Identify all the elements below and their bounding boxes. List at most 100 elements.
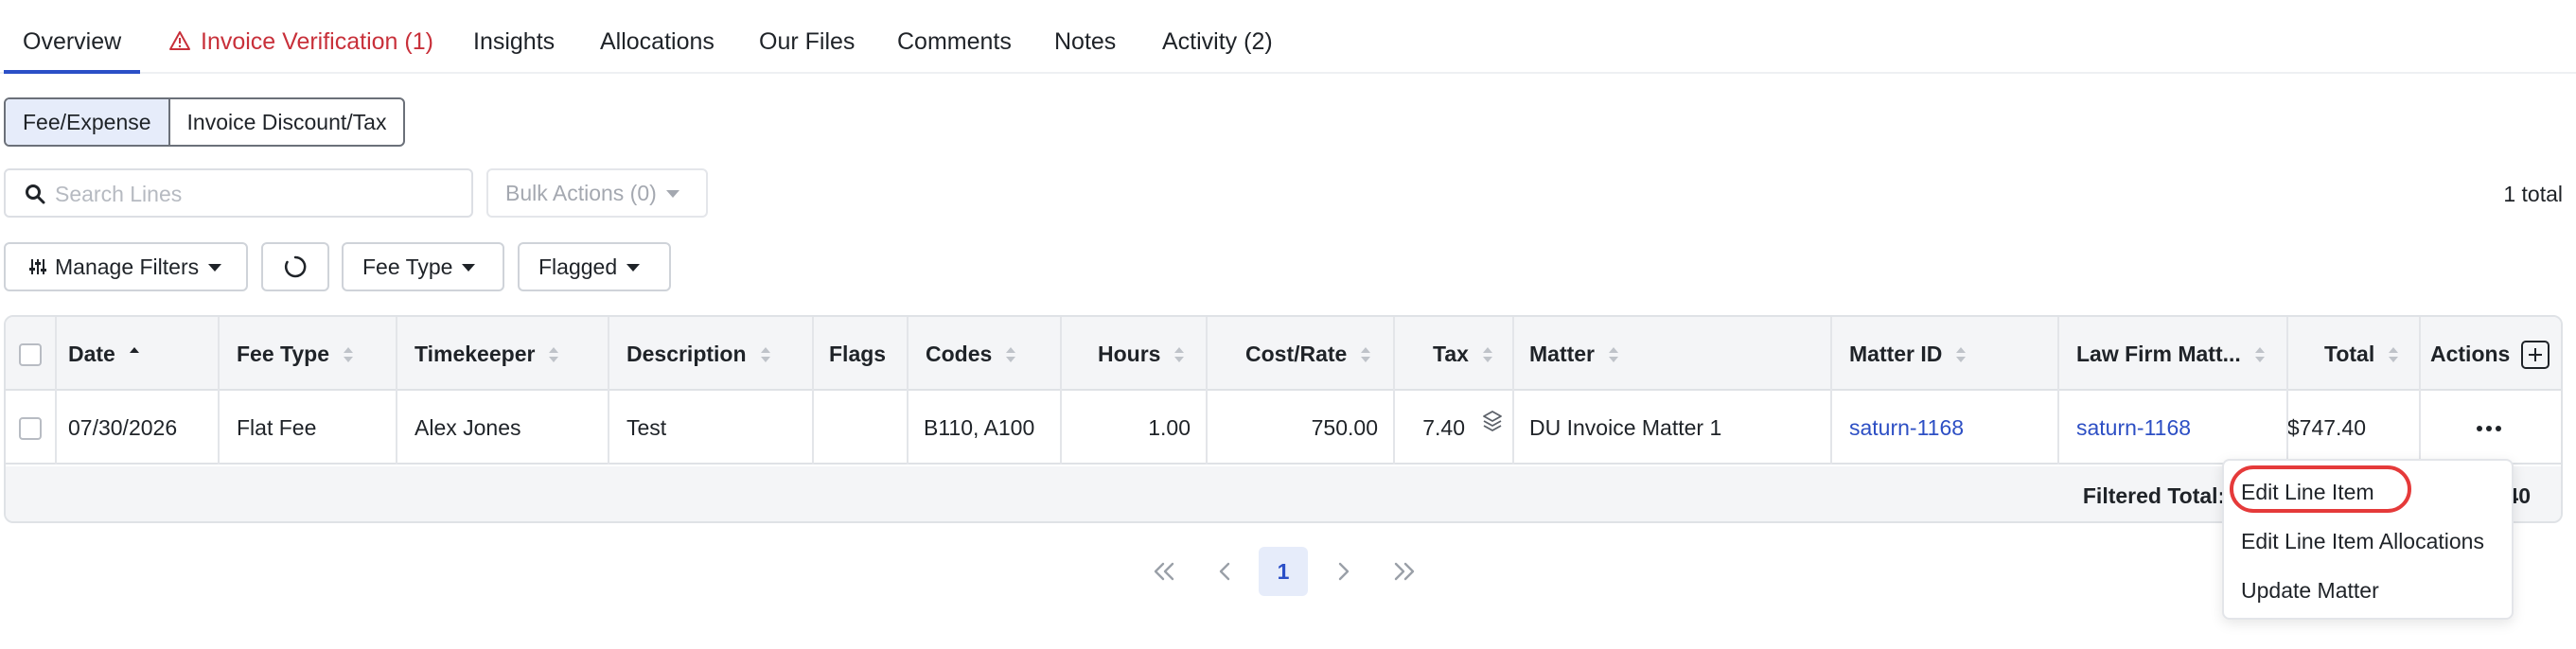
last-page-button[interactable] bbox=[1380, 547, 1429, 596]
invoice-discount-tax-segment[interactable]: Invoice Discount/Tax bbox=[170, 99, 404, 145]
cell-total: $747.40 bbox=[2286, 415, 2366, 440]
column-hours[interactable]: Hours bbox=[1098, 317, 1185, 391]
column-matter[interactable]: Matter bbox=[1529, 317, 1619, 391]
tab-bar: Overview Invoice Verification (1) Insigh… bbox=[0, 0, 2576, 74]
cell-codes: B110, A100 bbox=[924, 415, 1035, 440]
column-divider bbox=[218, 317, 220, 465]
fee-type-filter-label: Fee Type bbox=[362, 254, 453, 279]
update-matter-option[interactable]: Update Matter bbox=[2241, 578, 2379, 604]
column-label: Timekeeper bbox=[415, 342, 536, 366]
column-label: Tax bbox=[1433, 342, 1469, 366]
flagged-filter[interactable]: Flagged bbox=[518, 242, 671, 291]
column-cost-rate[interactable]: Cost/Rate bbox=[1245, 317, 1371, 391]
sort-icon bbox=[2389, 347, 2399, 362]
line-items-table: Date Fee Type Timekeeper Description Fla… bbox=[4, 315, 2563, 523]
warning-icon bbox=[169, 31, 190, 50]
manage-filters-button[interactable]: Manage Filters bbox=[4, 242, 248, 291]
more-actions-icon[interactable] bbox=[2476, 425, 2502, 432]
sort-icon bbox=[1609, 347, 1619, 362]
sort-icon bbox=[1006, 347, 1016, 362]
chevron-down-icon bbox=[208, 264, 222, 272]
fee-expense-segment[interactable]: Fee/Expense bbox=[6, 99, 170, 145]
sliders-icon bbox=[29, 259, 46, 274]
column-label: Matter ID bbox=[1849, 342, 1943, 366]
tab-label: Insights bbox=[473, 28, 556, 55]
tab-notes[interactable]: Notes bbox=[1054, 28, 1116, 74]
column-divider bbox=[2419, 317, 2421, 465]
column-total[interactable]: Total bbox=[2324, 317, 2399, 391]
column-divider bbox=[812, 317, 814, 465]
page-1-button[interactable]: 1 bbox=[1259, 547, 1308, 596]
column-divider bbox=[396, 317, 397, 465]
column-divider bbox=[2286, 317, 2288, 465]
cell-matter: DU Invoice Matter 1 bbox=[1529, 415, 1722, 440]
cell-date: 07/30/2026 bbox=[68, 415, 178, 440]
column-label: Cost/Rate bbox=[1245, 342, 1348, 366]
table-row[interactable]: 07/30/2026 Flat Fee Alex Jones Test B110… bbox=[6, 391, 2561, 465]
tab-label: Overview bbox=[23, 28, 122, 55]
tab-label: Invoice Verification (1) bbox=[201, 28, 433, 55]
column-divider bbox=[1060, 317, 1062, 465]
fee-type-filter[interactable]: Fee Type bbox=[342, 242, 504, 291]
matter-id-link[interactable]: saturn-1168 bbox=[1849, 391, 1964, 465]
column-fee-type[interactable]: Fee Type bbox=[237, 317, 354, 391]
previous-page-button[interactable] bbox=[1200, 547, 1249, 596]
table-footer: Filtered Total: $74 40 bbox=[6, 466, 2561, 521]
tab-label: Our Files bbox=[759, 28, 856, 55]
column-divider bbox=[1393, 317, 1395, 465]
tab-insights[interactable]: Insights bbox=[473, 28, 555, 74]
edit-line-item-allocations-option[interactable]: Edit Line Item Allocations bbox=[2241, 529, 2484, 554]
column-divider bbox=[1830, 317, 1832, 465]
cell-hours: 1.00 bbox=[1148, 415, 1191, 440]
column-law-firm-matter[interactable]: Law Firm Matt... bbox=[2076, 317, 2266, 391]
column-matter-id[interactable]: Matter ID bbox=[1849, 317, 1967, 391]
double-chevron-left-icon bbox=[1154, 562, 1174, 581]
chevron-down-icon bbox=[462, 264, 476, 272]
column-label: Codes bbox=[926, 342, 993, 366]
bulk-actions-label: Bulk Actions (0) bbox=[505, 181, 657, 205]
next-page-button[interactable] bbox=[1319, 547, 1368, 596]
column-description[interactable]: Description bbox=[626, 317, 771, 391]
column-divider bbox=[608, 317, 609, 465]
column-label: Fee Type bbox=[237, 342, 329, 366]
column-divider bbox=[55, 317, 57, 465]
search-box bbox=[4, 168, 473, 218]
tab-label: Notes bbox=[1054, 28, 1117, 55]
double-chevron-right-icon bbox=[1394, 562, 1415, 581]
column-codes[interactable]: Codes bbox=[926, 317, 1016, 391]
law-firm-matter-link[interactable]: saturn-1168 bbox=[2076, 391, 2191, 465]
tab-our-files[interactable]: Our Files bbox=[759, 28, 855, 74]
chevron-right-icon bbox=[1338, 562, 1350, 581]
column-flags: Flags bbox=[829, 342, 887, 366]
sort-icon bbox=[344, 347, 353, 362]
tab-activity[interactable]: Activity (2) bbox=[1162, 28, 1273, 74]
select-all-checkbox[interactable] bbox=[19, 343, 42, 366]
sort-icon bbox=[760, 347, 770, 362]
column-timekeeper[interactable]: Timekeeper bbox=[415, 317, 559, 391]
total-count: 1 total bbox=[2503, 182, 2563, 206]
chevron-down-icon bbox=[626, 264, 641, 272]
column-tax[interactable]: Tax bbox=[1433, 317, 1493, 391]
sort-icon bbox=[1482, 347, 1492, 362]
column-divider bbox=[907, 317, 909, 465]
first-page-button[interactable] bbox=[1139, 547, 1189, 596]
sort-icon bbox=[549, 347, 559, 362]
tab-label: Comments bbox=[897, 28, 1012, 55]
column-actions: Actions bbox=[2430, 342, 2511, 366]
column-divider bbox=[1512, 317, 1514, 465]
column-label: Total bbox=[2324, 342, 2375, 366]
flagged-filter-label: Flagged bbox=[538, 254, 618, 279]
tab-allocations[interactable]: Allocations bbox=[600, 28, 715, 74]
tab-overview[interactable]: Overview bbox=[4, 28, 141, 74]
row-checkbox[interactable] bbox=[19, 417, 42, 440]
search-input[interactable] bbox=[55, 178, 462, 210]
layers-icon[interactable] bbox=[1482, 410, 1503, 434]
column-label: Law Firm Matt... bbox=[2076, 342, 2241, 366]
chevron-left-icon bbox=[1219, 562, 1230, 581]
column-date[interactable]: Date bbox=[68, 317, 140, 391]
tab-comments[interactable]: Comments bbox=[897, 28, 1012, 74]
refresh-button[interactable] bbox=[261, 242, 329, 291]
add-column-button[interactable] bbox=[2521, 341, 2550, 369]
tab-invoice-verification[interactable]: Invoice Verification (1) bbox=[168, 28, 433, 74]
bulk-actions-button[interactable]: Bulk Actions (0) bbox=[486, 168, 708, 218]
